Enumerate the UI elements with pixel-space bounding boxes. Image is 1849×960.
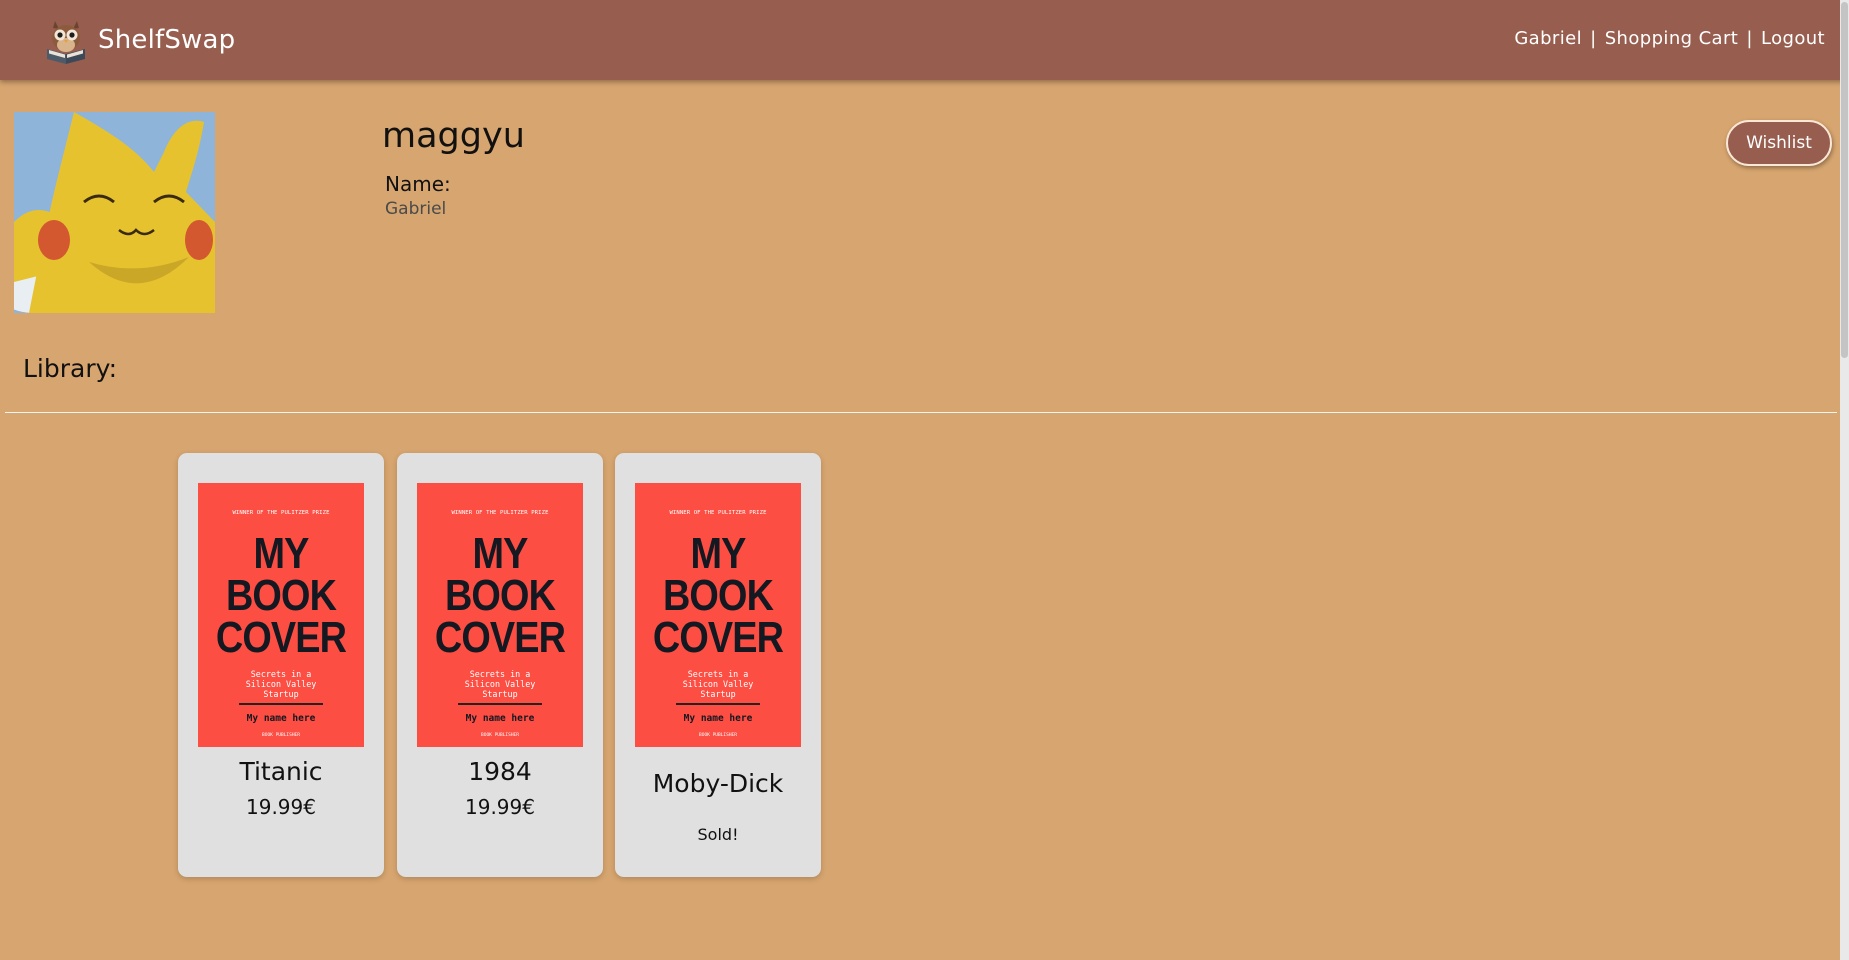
book-price: 19.99€ (246, 795, 316, 819)
cover-title-line: COVER (652, 613, 784, 662)
cover-title-line: COVER (215, 613, 347, 662)
nav-separator: | (1746, 28, 1753, 49)
user-nav: Gabriel | Shopping Cart | Logout (1514, 28, 1825, 49)
cover-author: My name here (465, 713, 535, 724)
cover-title-line: MY (472, 529, 528, 578)
cover-divider (458, 703, 542, 705)
cover-divider (239, 703, 323, 705)
cover-title: MY BOOK COVER (647, 529, 790, 662)
cover-subtitle: Secrets in a Silicon Valley Startup (682, 669, 754, 699)
book-cover-image: WINNER OF THE PULITZER PRIZE MY BOOK COV… (635, 483, 801, 747)
cover-author: My name here (246, 713, 316, 724)
cover-publisher: BOOK PUBLISHER (262, 733, 300, 738)
book-title[interactable]: Titanic (178, 757, 384, 786)
library-heading: Library: (23, 354, 118, 383)
brand-link[interactable]: ShelfSwap (40, 14, 235, 66)
brand-name: ShelfSwap (98, 25, 236, 55)
cover-award-text: WINNER OF THE PULITZER PRIZE (232, 510, 330, 516)
cover-title-line: BOOK (225, 571, 337, 620)
nav-shopping-cart-link[interactable]: Shopping Cart (1605, 28, 1739, 49)
book-title[interactable]: Moby-Dick (615, 769, 821, 798)
profile-username: maggyu (382, 116, 525, 156)
cover-publisher: BOOK PUBLISHER (699, 733, 737, 738)
book-cover-image: WINNER OF THE PULITZER PRIZE MY BOOK COV… (417, 483, 583, 747)
profile-avatar (14, 112, 215, 313)
cover-subtitle: Secrets in a Silicon Valley Startup (245, 669, 317, 699)
book-card-titanic[interactable]: WINNER OF THE PULITZER PRIZE MY BOOK COV… (178, 453, 384, 877)
cover-title-line: MY (253, 529, 309, 578)
profile-name-label: Name: (385, 172, 451, 196)
cover-title: MY BOOK COVER (210, 529, 353, 662)
profile-name-value: Gabriel (385, 199, 447, 219)
nav-separator: | (1590, 28, 1597, 49)
nav-logout-link[interactable]: Logout (1761, 28, 1825, 49)
cover-title-line: COVER (434, 613, 566, 662)
cover-title: MY BOOK COVER (429, 529, 572, 662)
top-navbar: ShelfSwap Gabriel | Shopping Cart | Logo… (0, 0, 1849, 80)
cover-title-line: BOOK (444, 571, 556, 620)
book-card-1984[interactable]: WINNER OF THE PULITZER PRIZE MY BOOK COV… (397, 453, 603, 877)
cover-award-text: WINNER OF THE PULITZER PRIZE (451, 510, 549, 516)
cover-divider (676, 703, 760, 705)
book-sold-status: Sold! (697, 825, 739, 844)
library-divider (5, 412, 1837, 413)
cover-title-line: BOOK (662, 571, 774, 620)
page-scrollbar-thumb[interactable] (1841, 2, 1848, 358)
cover-author: My name here (683, 713, 753, 724)
cover-publisher: BOOK PUBLISHER (481, 733, 519, 738)
owl-reading-book-icon (47, 21, 85, 64)
book-card-moby-dick[interactable]: WINNER OF THE PULITZER PRIZE MY BOOK COV… (615, 453, 821, 877)
nav-user-link[interactable]: Gabriel (1514, 28, 1582, 49)
cover-award-text: WINNER OF THE PULITZER PRIZE (669, 510, 767, 516)
book-price: 19.99€ (465, 795, 535, 819)
cover-subtitle: Secrets in a Silicon Valley Startup (464, 669, 536, 699)
book-cover-image: WINNER OF THE PULITZER PRIZE MY BOOK COV… (198, 483, 364, 747)
cover-title-line: MY (690, 529, 746, 578)
wishlist-button[interactable]: Wishlist (1726, 120, 1832, 166)
book-title[interactable]: 1984 (397, 757, 603, 786)
